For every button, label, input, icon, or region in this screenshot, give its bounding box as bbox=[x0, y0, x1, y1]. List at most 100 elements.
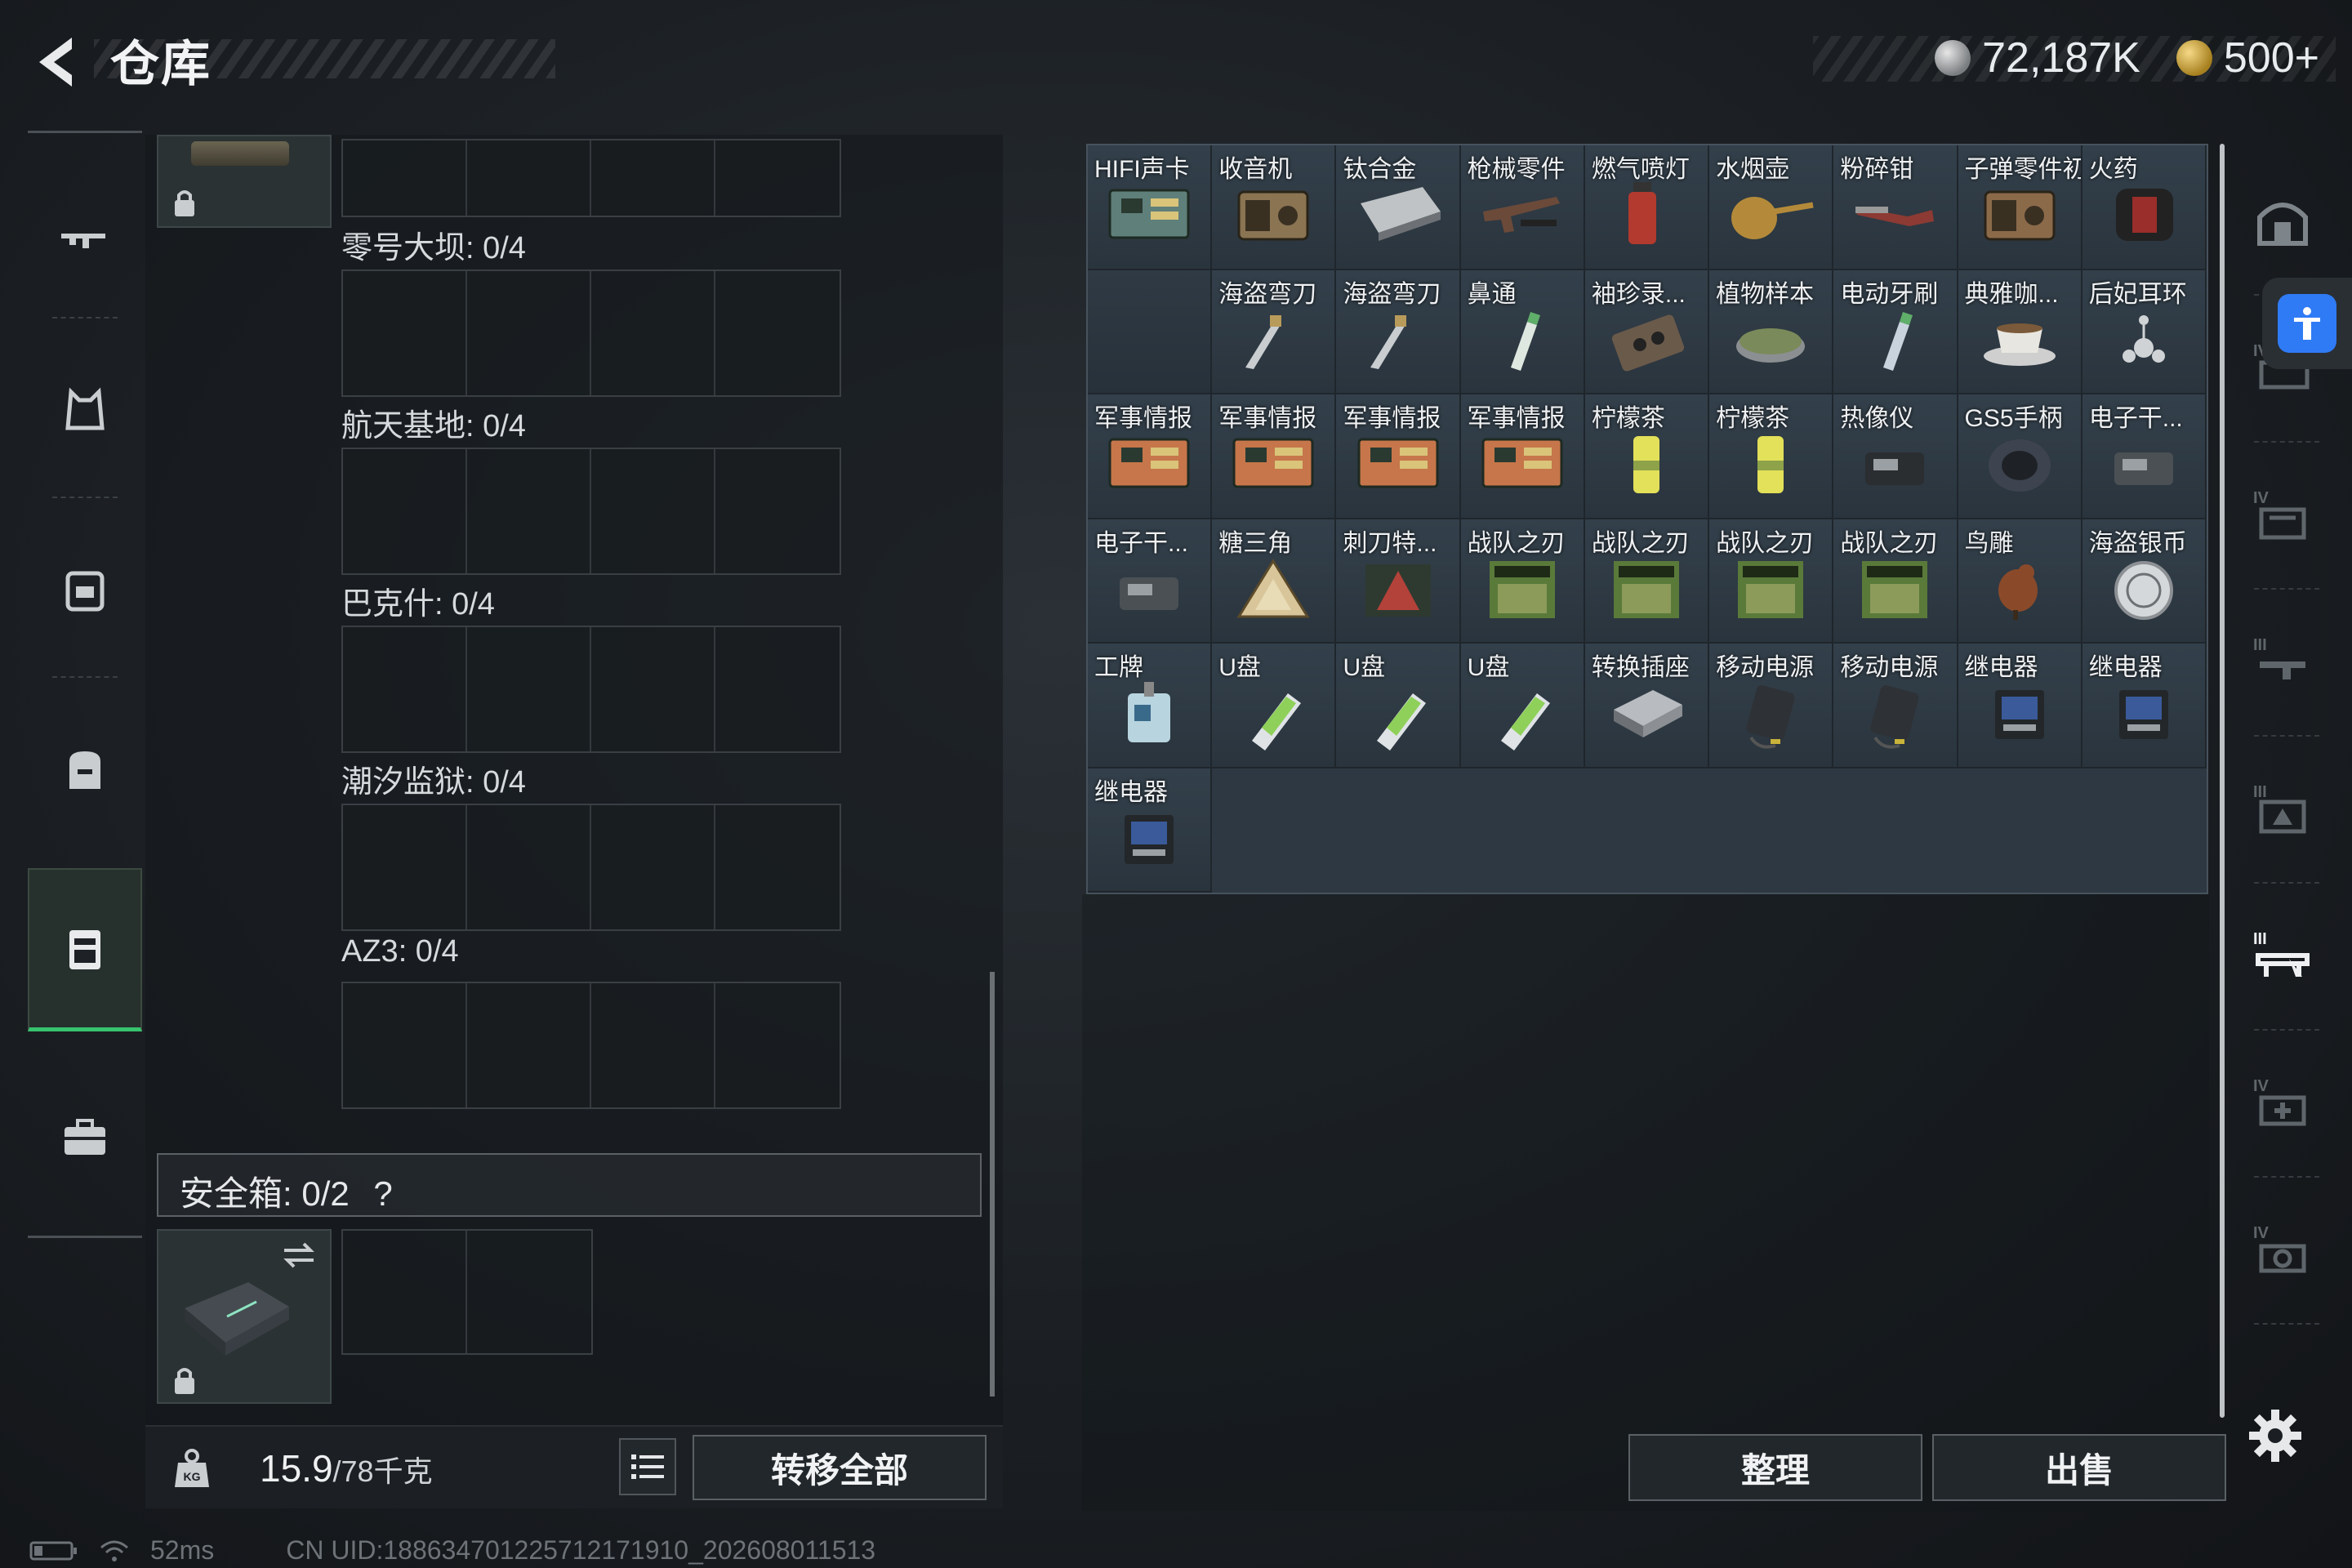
right-scrollbar[interactable] bbox=[2220, 144, 2225, 1418]
back-button[interactable] bbox=[24, 29, 90, 95]
inventory-item[interactable]: 枪械零件 bbox=[1460, 145, 1585, 270]
inventory-item[interactable]: 军事情报 bbox=[1212, 394, 1337, 519]
inventory-item[interactable]: 鼻通 bbox=[1460, 270, 1585, 394]
item-image bbox=[1862, 560, 1928, 618]
inventory-item[interactable]: U盘 bbox=[1212, 644, 1337, 768]
inventory-item[interactable]: HIFI声卡 bbox=[1088, 145, 1213, 270]
rail-key-case[interactable] bbox=[28, 868, 142, 1031]
transfer-all-button[interactable]: 转移全部 bbox=[693, 1435, 987, 1500]
inventory-item[interactable]: 粉碎钳 bbox=[1833, 145, 1958, 270]
inventory-item[interactable]: 典雅咖... bbox=[1958, 270, 2082, 394]
slot-grid[interactable] bbox=[341, 982, 841, 1109]
inventory-item[interactable]: 战队之刃 bbox=[1709, 519, 1834, 644]
inventory-item[interactable]: 海盗银币 bbox=[2082, 519, 2207, 644]
container-item-top[interactable] bbox=[157, 135, 332, 228]
inventory-item[interactable]: 燃气喷灯 bbox=[1584, 145, 1710, 270]
list-view-button[interactable] bbox=[619, 1438, 676, 1495]
safe-box-slots[interactable] bbox=[341, 1229, 593, 1355]
accessibility-button[interactable] bbox=[2262, 278, 2352, 369]
inventory-item[interactable]: 继电器 bbox=[2082, 644, 2207, 768]
rail-weapon[interactable] bbox=[28, 158, 142, 321]
item-name: HIFI声卡 bbox=[1094, 156, 1190, 183]
inventory-item[interactable]: 军事情报 bbox=[1460, 394, 1585, 519]
item-image bbox=[1357, 438, 1439, 488]
inventory-item[interactable]: 继电器 bbox=[1958, 644, 2082, 768]
rail-weapon-rack[interactable]: III bbox=[2238, 600, 2328, 723]
inventory-item[interactable]: 战队之刃 bbox=[1460, 519, 1585, 644]
inventory-item[interactable]: 海盗弯刀 bbox=[1336, 270, 1461, 394]
inventory-item[interactable]: 继电器 bbox=[1088, 768, 1213, 893]
safe-box-label: 安全箱: 0/2 bbox=[180, 1174, 350, 1213]
rail-gear-rack[interactable]: III bbox=[2238, 747, 2328, 870]
storage-iv-icon: IV bbox=[2253, 489, 2306, 540]
inventory-item[interactable]: 战队之刃 bbox=[1584, 519, 1710, 644]
inventory-item[interactable]: 移动电源 bbox=[1833, 644, 1958, 768]
inventory-item[interactable]: 转换插座 bbox=[1584, 644, 1710, 768]
inventory-item[interactable]: 电子干... bbox=[2082, 394, 2207, 519]
inventory-empty-cell[interactable] bbox=[1088, 270, 1213, 394]
svg-text:KG: KG bbox=[184, 1470, 201, 1483]
scrollbar[interactable] bbox=[990, 972, 995, 1396]
rail-camera[interactable]: IV bbox=[2238, 1188, 2328, 1311]
item-image bbox=[1120, 577, 1179, 610]
rail-armor[interactable] bbox=[28, 329, 142, 492]
inventory-item[interactable]: U盘 bbox=[1336, 644, 1461, 768]
inventory-item[interactable]: 电动牙刷 bbox=[1833, 270, 1958, 394]
inventory-item[interactable]: 电子干... bbox=[1088, 519, 1213, 644]
inventory-item[interactable]: 战队之刃 bbox=[1833, 519, 1958, 644]
safe-box-image bbox=[185, 1282, 289, 1356]
sell-button[interactable]: 出售 bbox=[1932, 1434, 2226, 1501]
inventory-item[interactable]: 柠檬茶 bbox=[1709, 394, 1834, 519]
inventory-item[interactable]: 后妃耳环 bbox=[2082, 270, 2207, 394]
silver-amount: 72,187K bbox=[1982, 34, 2140, 82]
rail-separator bbox=[2254, 588, 2319, 590]
slot-grid[interactable] bbox=[341, 804, 841, 931]
inventory-item[interactable]: U盘 bbox=[1460, 644, 1585, 768]
inventory-item[interactable]: 鸟雕 bbox=[1958, 519, 2082, 644]
inventory-item[interactable]: 军事情报 bbox=[1088, 394, 1213, 519]
svg-text:IV: IV bbox=[2253, 489, 2270, 507]
swap-icon[interactable] bbox=[281, 1241, 317, 1270]
rail-safehouse[interactable] bbox=[2238, 159, 2328, 282]
inventory-item[interactable]: 收音机 bbox=[1212, 145, 1337, 270]
item-image bbox=[1628, 182, 1656, 245]
item-image bbox=[1482, 197, 1560, 234]
inventory-item[interactable]: 刺刀特... bbox=[1336, 519, 1461, 644]
item-image bbox=[1245, 314, 1282, 369]
inventory-item[interactable]: 柠檬茶 bbox=[1584, 394, 1710, 519]
rail-briefcase[interactable] bbox=[28, 1056, 142, 1219]
inventory-item[interactable]: 植物样本 bbox=[1709, 270, 1834, 394]
inventory-item[interactable]: 水烟壶 bbox=[1709, 145, 1834, 270]
backpack-icon bbox=[69, 751, 100, 789]
rail-storage[interactable]: IV bbox=[2238, 453, 2328, 576]
slot-grid[interactable] bbox=[341, 448, 841, 575]
slot-grid-partial[interactable] bbox=[341, 139, 841, 217]
safe-box-item[interactable] bbox=[157, 1229, 332, 1404]
battery-icon bbox=[29, 1541, 77, 1560]
inventory-item[interactable]: 糖三角 bbox=[1212, 519, 1337, 644]
warehouse-empty-area[interactable] bbox=[1082, 894, 2209, 1511]
inventory-item[interactable]: 子弹零件初 bbox=[1958, 145, 2082, 270]
inventory-item[interactable]: 钛合金 bbox=[1336, 145, 1461, 270]
settings-gear-icon[interactable] bbox=[2246, 1406, 2305, 1465]
inventory-item[interactable]: 工牌 bbox=[1088, 644, 1213, 768]
inventory-item[interactable]: 热像仪 bbox=[1833, 394, 1958, 519]
rail-medical[interactable]: IV bbox=[2238, 1041, 2328, 1164]
item-image bbox=[1870, 685, 1920, 749]
sort-button[interactable]: 整理 bbox=[1628, 1434, 1922, 1501]
rail-bench-active[interactable]: III bbox=[2238, 894, 2328, 1017]
slot-grid[interactable] bbox=[341, 270, 841, 397]
rail-backpack[interactable] bbox=[28, 688, 142, 852]
inventory-item[interactable]: 海盗弯刀 bbox=[1212, 270, 1337, 394]
inventory-item[interactable]: GS5手柄 bbox=[1958, 394, 2082, 519]
slot-grid[interactable] bbox=[341, 626, 841, 753]
inventory-item[interactable]: 军事情报 bbox=[1336, 394, 1461, 519]
help-icon[interactable]: ? bbox=[373, 1174, 392, 1213]
rail-chest-rig[interactable] bbox=[28, 509, 142, 672]
item-image bbox=[1108, 189, 1190, 239]
inventory-item[interactable]: 袖珍录... bbox=[1584, 270, 1710, 394]
item-name: 战队之刃 bbox=[1840, 529, 1939, 557]
inventory-item[interactable]: 移动电源 bbox=[1709, 644, 1834, 768]
item-name: 海盗弯刀 bbox=[1218, 280, 1317, 308]
inventory-item[interactable]: 火药 bbox=[2082, 145, 2207, 270]
